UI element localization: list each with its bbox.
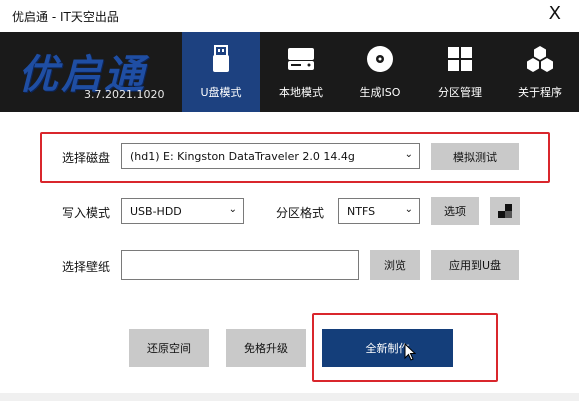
close-button[interactable]: X <box>549 5 561 23</box>
hard-disk-icon <box>262 44 340 74</box>
checker-squares-icon <box>498 204 512 218</box>
hexagon-cluster-icon <box>501 44 579 74</box>
title-bar: 优启通 - IT天空出品 X <box>0 0 579 32</box>
upgrade-without-format-button[interactable]: 免格升级 <box>226 329 306 367</box>
write-mode-select[interactable]: USB-HDD ⌄ <box>121 198 244 224</box>
tab-local-mode-label: 本地模式 <box>279 86 323 99</box>
write-mode-label: 写入模式 <box>62 206 111 220</box>
chevron-down-icon: ⌄ <box>404 204 413 215</box>
disk-select[interactable]: (hd1) E: Kingston DataTraveler 2.0 14.4g… <box>121 143 420 169</box>
tab-partition-manage[interactable]: 分区管理 <box>421 32 499 112</box>
partition-format-select[interactable]: NTFS ⌄ <box>338 198 420 224</box>
browse-button[interactable]: 浏览 <box>370 250 420 280</box>
full-create-button[interactable]: 全新制作 <box>322 329 453 367</box>
bottom-edge <box>0 393 579 401</box>
partition-format-value: NTFS <box>347 205 376 218</box>
mouse-cursor-icon <box>404 343 416 361</box>
tab-local-mode[interactable]: 本地模式 <box>262 32 340 112</box>
tab-usb-mode[interactable]: U盘模式 <box>182 32 260 112</box>
tab-generate-iso[interactable]: 生成ISO <box>341 32 419 112</box>
apply-to-usb-button[interactable]: 应用到U盘 <box>431 250 519 280</box>
partition-grid-icon <box>421 44 499 74</box>
disk-label: 选择磁盘 <box>62 151 111 165</box>
simulate-test-button[interactable]: 模拟测试 <box>431 143 519 170</box>
disk-select-value: (hd1) E: Kingston DataTraveler 2.0 14.4g <box>130 150 355 163</box>
disc-icon <box>341 44 419 74</box>
usb-drive-icon <box>182 44 260 74</box>
tab-about-label: 关于程序 <box>518 86 562 99</box>
tab-usb-mode-label: U盘模式 <box>200 86 242 99</box>
partition-format-label: 分区格式 <box>276 206 325 220</box>
chevron-down-icon: ⌄ <box>228 204 237 215</box>
wallpaper-label: 选择壁纸 <box>62 260 111 274</box>
tab-generate-iso-label: 生成ISO <box>359 86 401 99</box>
restore-space-button[interactable]: 还原空间 <box>129 329 209 367</box>
wallpaper-path-input[interactable] <box>121 250 359 280</box>
window-title: 优启通 - IT天空出品 <box>12 10 119 24</box>
write-mode-value: USB-HDD <box>130 205 182 218</box>
version-label: 3.7.2021.1020 <box>84 88 165 101</box>
tab-about[interactable]: 关于程序 <box>501 32 579 112</box>
header-banner: 优启通 3.7.2021.1020 U盘模式 本地模式 生成ISO 分区管理 关… <box>0 32 579 112</box>
options-button[interactable]: 选项 <box>431 197 479 225</box>
chevron-down-icon: ⌄ <box>404 149 413 160</box>
tab-partition-manage-label: 分区管理 <box>438 86 482 99</box>
settings-squares-button[interactable] <box>490 197 520 225</box>
